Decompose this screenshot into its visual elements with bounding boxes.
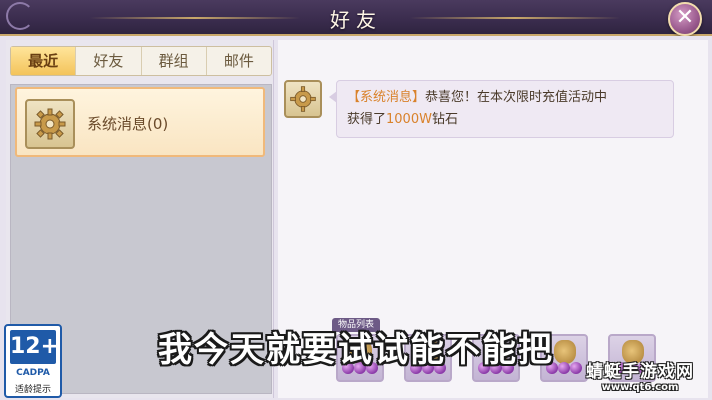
- message-text: 恭喜您！在本次限时充值活动中: [425, 90, 608, 105]
- watermark-name: 蜻蜓手游戏网: [586, 362, 694, 382]
- close-button[interactable]: ✕: [668, 2, 702, 36]
- age-rating-badge: 12+ CADPA 适龄提示: [4, 324, 62, 398]
- message-tag: 【系统消息】: [347, 90, 426, 105]
- message-highlight: 1000W: [386, 112, 432, 127]
- tab-groups[interactable]: 群组: [142, 47, 207, 75]
- tab-bar: 最近 好友 群组 邮件: [10, 46, 272, 76]
- age-rating-note: 适龄提示: [14, 385, 51, 395]
- age-rating-number: 12+: [10, 330, 59, 364]
- age-rating-org: CADPA: [16, 368, 50, 378]
- tab-mail[interactable]: 邮件: [207, 47, 271, 75]
- message-bubble: 【系统消息】恭喜您！在本次限时充值活动中 获得了1000W钻石: [329, 80, 674, 138]
- gear-icon: [25, 99, 75, 149]
- watermark-url: www.qt6.com: [601, 382, 679, 393]
- conversation-item-system[interactable]: 系统消息(0): [15, 87, 265, 157]
- tab-recent[interactable]: 最近: [11, 47, 77, 75]
- tab-friends[interactable]: 好友: [76, 47, 142, 75]
- conversation-label: 系统消息(0): [87, 115, 169, 133]
- message-text: 钻石: [431, 112, 458, 127]
- title-bar: 好友 ✕: [0, 0, 712, 36]
- message-text: 获得了: [347, 112, 387, 127]
- close-icon: ✕: [675, 5, 695, 30]
- gear-icon: [284, 80, 322, 118]
- watermark: 蜻蜓手游戏网 www.qt6.com: [572, 362, 708, 394]
- title-ornament: [410, 17, 620, 19]
